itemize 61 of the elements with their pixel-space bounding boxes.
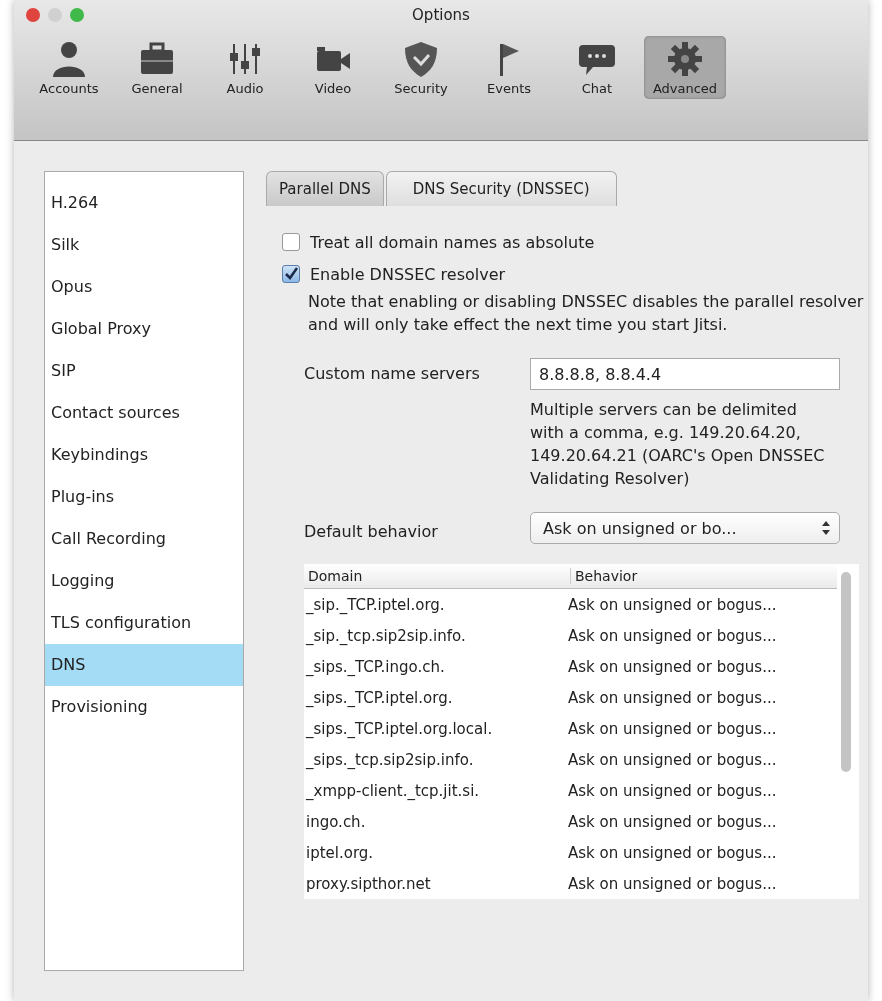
table-cell-text: _sip._tcp.sip2sip.info. — [305, 626, 467, 645]
table-cell-text: proxy.sipthor.net — [305, 874, 432, 893]
table-cell: Ask on unsigned or bogus... — [568, 750, 777, 769]
sidebar-item[interactable]: Keybindings — [45, 434, 243, 476]
sidebar-item[interactable]: DNS — [45, 644, 243, 686]
sidebar-item[interactable]: Contact sources — [45, 392, 243, 434]
sidebar-item[interactable]: SIP — [45, 350, 243, 392]
column-header[interactable]: Behavior — [571, 568, 638, 584]
checkbox[interactable] — [282, 233, 300, 251]
toolbar-tab[interactable]: Advanced — [644, 36, 726, 99]
tab[interactable]: DNS Security (DNSSEC) — [385, 171, 617, 206]
toolbar-tab[interactable]: Security — [380, 36, 462, 99]
table-cell-text: _sips._TCP.ingo.ch. — [305, 657, 446, 676]
toolbar-tab[interactable]: Events — [468, 36, 550, 99]
table-cell: Ask on unsigned or bogus... — [568, 626, 777, 645]
table-cell-text: iptel.org. — [305, 843, 375, 862]
sidebar-item[interactable]: TLS configuration — [45, 602, 243, 644]
field-label: Custom name servers — [304, 363, 481, 385]
tab[interactable]: Parallel DNS — [266, 171, 384, 206]
table-cell: Ask on unsigned or bogus... — [568, 874, 777, 893]
table-cell: Ask on unsigned or bogus... — [568, 781, 777, 800]
name-servers-field[interactable]: 8.8.8.8, 8.8.4.4 — [530, 358, 840, 390]
close-button[interactable] — [26, 8, 40, 22]
checkbox-label: Enable DNSSEC resolver — [310, 264, 506, 284]
hint-text: Multiple servers can be delimited with a comma, e.g. 149.20.64.20, 149.20.64.21 (OARC's Open DNSSEC Validating Resolver) — [530, 399, 826, 490]
toolbar-tab[interactable]: Chat — [556, 36, 638, 99]
sidebar-item[interactable]: H.264 — [45, 182, 243, 224]
checkbox-label: Treat all domain names as absolute — [310, 232, 595, 252]
scrollbar[interactable] — [837, 564, 859, 899]
toolbar-tab[interactable]: Audio — [204, 36, 286, 99]
zoom-button[interactable] — [70, 8, 84, 22]
table-cell-text: _xmpp-client._tcp.jit.si. — [305, 781, 481, 800]
sidebar-item[interactable]: Provisioning — [45, 686, 243, 728]
gear-icon — [665, 39, 705, 79]
table-cell: Ask on unsigned or bogus... — [568, 657, 777, 676]
toolbar-tab[interactable]: General — [116, 36, 198, 99]
window-title: Options — [412, 6, 470, 24]
table-cell: Ask on unsigned or bogus... — [568, 719, 777, 738]
stepper-icon — [821, 520, 831, 536]
checkbox[interactable] — [282, 265, 300, 283]
sidebar-item[interactable]: Call Recording — [45, 518, 243, 560]
sidebar-item[interactable]: Plug-ins — [45, 476, 243, 518]
sidebar-item[interactable]: Opus — [45, 266, 243, 308]
sidebar-item[interactable]: Logging — [45, 560, 243, 602]
toolbar-tab[interactable]: Video — [292, 36, 374, 99]
table-cell-text: _sips._TCP.iptel.org. — [305, 688, 454, 707]
table-cell-text: _sip._TCP.iptel.org. — [305, 595, 446, 614]
sidebar-item[interactable]: Global Proxy — [45, 308, 243, 350]
table-cell: Ask on unsigned or bogus... — [568, 843, 777, 862]
sidebar-item[interactable]: Silk — [45, 224, 243, 266]
behavior-dropdown[interactable]: Ask on unsigned or bo... — [530, 512, 840, 544]
column-header[interactable]: Domain — [304, 568, 571, 584]
field-label: Default behavior — [304, 520, 439, 541]
table-cell: Ask on unsigned or bogus... — [568, 688, 777, 707]
table-cell-text: ingo.ch. — [305, 812, 367, 831]
table-cell: Ask on unsigned or bogus... — [568, 595, 777, 614]
note-text: Note that enabling or disabling DNSSEC disables the parallel resolver and will only take effect the next time you start Jitsi. — [308, 291, 865, 336]
table-cell-text: _sips._tcp.sip2sip.info. — [305, 750, 475, 769]
table-cell-text: _sips._TCP.iptel.org.local. — [305, 719, 494, 738]
table-cell: Ask on unsigned or bogus... — [568, 812, 777, 831]
toolbar-tab[interactable]: Accounts — [28, 36, 110, 99]
